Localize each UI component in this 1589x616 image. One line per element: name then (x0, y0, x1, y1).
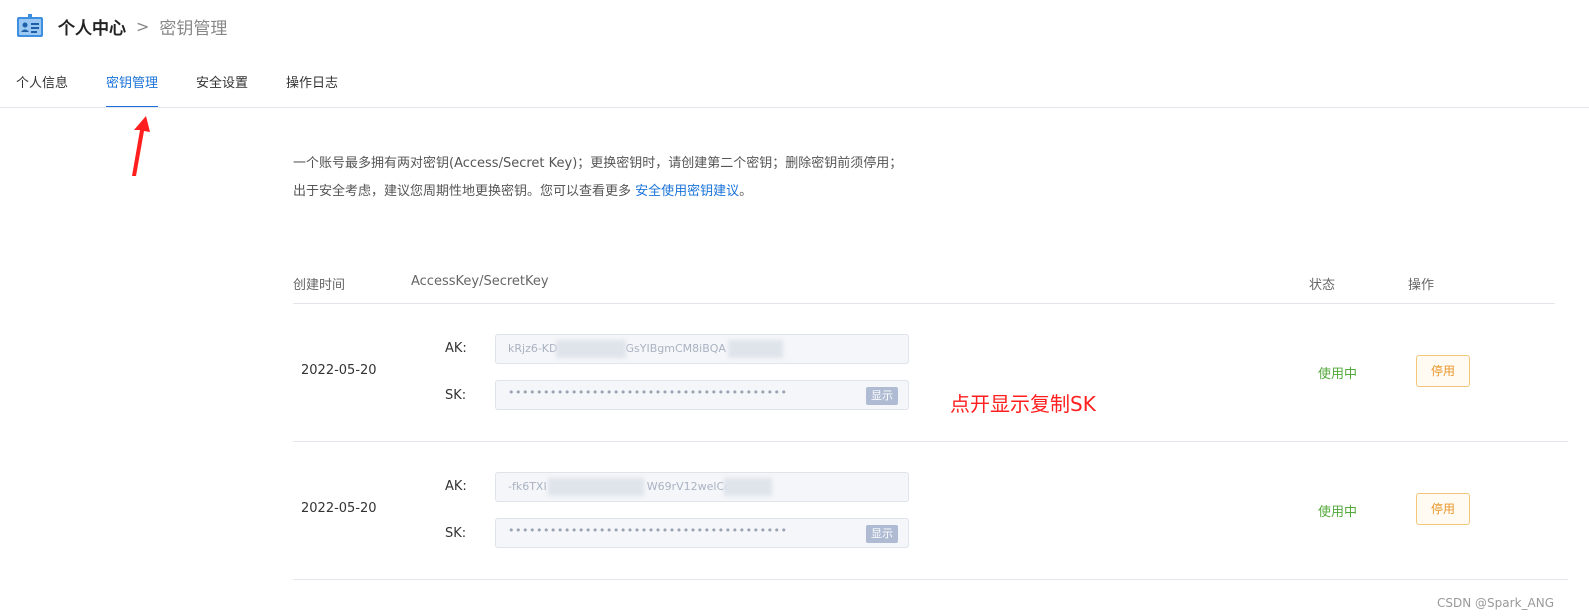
watermark: CSDN @Spark_ANG (1437, 596, 1554, 610)
show-sk-button[interactable]: 显示 (866, 387, 898, 405)
sk-label: SK: (445, 388, 467, 403)
show-sk-button[interactable]: 显示 (866, 525, 898, 543)
annotation-text: 点开显示复制SK (950, 392, 1096, 416)
status-badge: 使用中 (1318, 505, 1358, 520)
key-notice: 一个账号最多拥有两对密钥(Access/Secret Key)；更换密钥时，请创… (293, 150, 913, 206)
ak-value-part2: GsYIBgmCM8iBQA (625, 342, 726, 355)
ak-label: AK: (445, 479, 467, 494)
table-header: 创建时间 AccessKey/SecretKey 状态 操作 (293, 268, 1555, 304)
ak-value-part1: kRjz6-KD (508, 342, 558, 355)
redaction-mask (728, 340, 783, 358)
ak-field[interactable]: kRjz6-KD GsYIBgmCM8iBQA (495, 334, 909, 364)
disable-key-button[interactable]: 停用 (1416, 355, 1470, 387)
header-action: 操作 (1408, 278, 1435, 293)
created-date: 2022-05-20 (301, 501, 377, 516)
redaction-mask (724, 478, 772, 496)
id-card-icon (16, 13, 44, 39)
header-created-time: 创建时间 (293, 278, 346, 293)
page-title: 个人中心 (58, 18, 126, 39)
ak-field[interactable]: -fk6TXI W69rV12welCg (495, 472, 909, 502)
sk-masked-value: •••••••••••••••••••••••••••••••••••••••• (508, 386, 788, 399)
ak-value-part2: W69rV12welCg (646, 480, 732, 493)
redaction-mask (556, 340, 626, 358)
tab-security-settings[interactable]: 安全设置 (196, 66, 248, 108)
tab-key-management[interactable]: 密钥管理 (106, 66, 159, 108)
ak-value-part1: -fk6TXI (508, 480, 547, 493)
header-status: 状态 (1309, 278, 1336, 293)
table-row: 2022-05-20 AK: -fk6TXI W69rV12welCg SK: •… (293, 442, 1568, 580)
page-header: 个人中心 > 密钥管理 (16, 12, 227, 40)
redaction-mask (548, 478, 644, 496)
table-row: 2022-05-20 AK: kRjz6-KD GsYIBgmCM8iBQA SK… (293, 304, 1568, 442)
tab-personal-info[interactable]: 个人信息 (16, 66, 68, 108)
breadcrumb-separator: > (136, 16, 150, 36)
notice-suffix: 。 (739, 184, 753, 199)
sk-label: SK: (445, 526, 467, 541)
sk-masked-value: •••••••••••••••••••••••••••••••••••••••• (508, 524, 788, 537)
security-advice-link[interactable]: 安全使用密钥建议 (635, 184, 739, 199)
tab-operation-log[interactable]: 操作日志 (286, 66, 338, 108)
disable-key-button[interactable]: 停用 (1416, 493, 1470, 525)
created-date: 2022-05-20 (301, 363, 377, 378)
breadcrumb-current: 密钥管理 (159, 18, 228, 39)
annotation-arrow-icon (132, 116, 150, 176)
notice-text: 一个账号最多拥有两对密钥(Access/Secret Key)；更换密钥时，请创… (293, 156, 903, 199)
header-keys: AccessKey/SecretKey (411, 274, 549, 289)
tab-divider (0, 107, 1589, 108)
sk-field[interactable]: ••••••••••••••••••••••••••••••••••••••••… (495, 518, 909, 548)
sk-field[interactable]: ••••••••••••••••••••••••••••••••••••••••… (495, 380, 909, 410)
status-badge: 使用中 (1318, 367, 1358, 382)
ak-label: AK: (445, 341, 467, 356)
tab-bar: 个人信息 密钥管理 安全设置 操作日志 (16, 66, 376, 108)
